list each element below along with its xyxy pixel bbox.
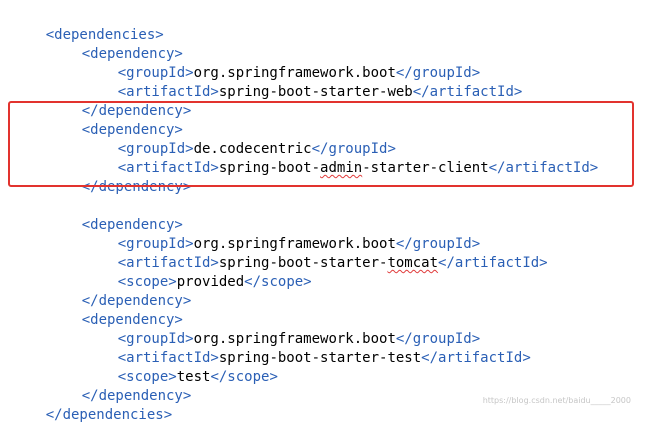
code-line: <dependency> xyxy=(48,26,183,62)
code-line: <artifactId>spring-boot-starter-web</art… xyxy=(84,64,523,100)
tag-close: </scope> xyxy=(210,369,278,385)
code-line: <groupId>org.springframework.boot</group… xyxy=(84,216,480,252)
code-line: </dependency> xyxy=(48,273,192,309)
code-line: <scope>test</scope> xyxy=(84,349,278,385)
code-line: <artifactId>spring-boot-starter-test</ar… xyxy=(84,330,531,366)
tag-text: spring-boot-starter-web xyxy=(218,84,413,100)
tag-close: </scope> xyxy=(244,274,312,290)
tag-close: </artifactId> xyxy=(412,84,523,100)
code-line: <groupId>org.springframework.boot</group… xyxy=(84,311,480,347)
code-line: <dependencies> xyxy=(12,7,164,43)
code-line: <dependency> xyxy=(48,292,183,328)
code-line: <artifactId>spring-boot-starter-tomcat</… xyxy=(84,235,548,271)
tag-close: </artifactId> xyxy=(421,350,531,366)
code-line: <dependency> xyxy=(48,197,183,233)
code-line: </dependency> xyxy=(48,83,192,119)
code-line: </dependency> xyxy=(48,368,192,404)
tag-close: </artifactId> xyxy=(438,255,548,271)
code-line: </dependencies> xyxy=(12,387,172,423)
spellcheck-word: tomcat xyxy=(387,255,439,271)
code-line: <groupId>org.springframework.boot</group… xyxy=(84,45,480,81)
tag-open: </dependencies> xyxy=(45,407,173,423)
code-editor: <dependencies> <dependency> <groupId>org… xyxy=(0,0,649,423)
highlight-box xyxy=(8,101,634,187)
watermark: https://blog.csdn.net/baidu_____2000 xyxy=(482,396,631,405)
code-line: <scope>provided</scope> xyxy=(84,254,312,290)
